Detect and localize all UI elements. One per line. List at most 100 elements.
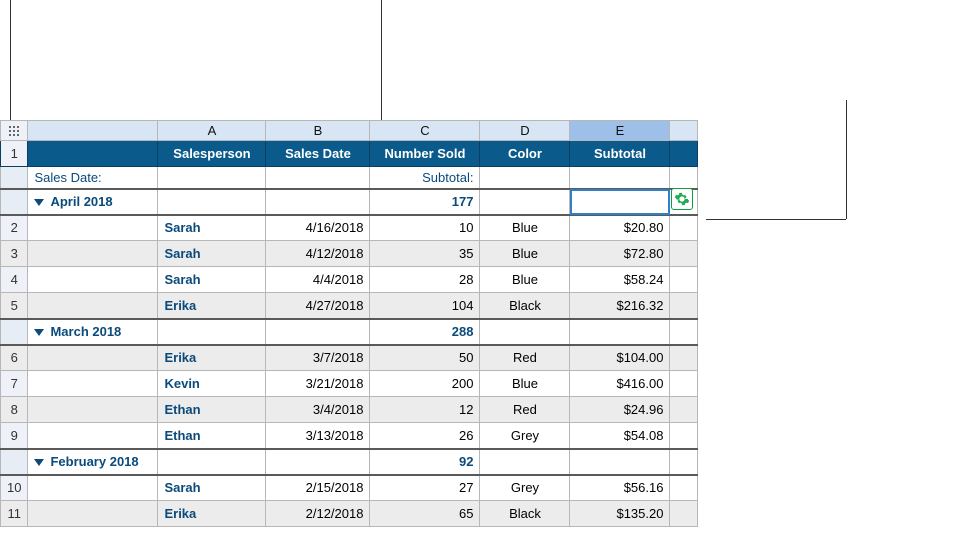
group-cell[interactable]: [158, 449, 266, 475]
cell-subtotal[interactable]: $216.32: [570, 293, 670, 319]
cell-blank[interactable]: [28, 345, 158, 371]
cell-subtotal[interactable]: $58.24: [570, 267, 670, 293]
cell-subtotal[interactable]: $104.00: [570, 345, 670, 371]
header-color[interactable]: Color: [480, 141, 570, 167]
cell-number-sold[interactable]: 104: [370, 293, 480, 319]
group-subtotal-cell-selected[interactable]: [570, 189, 670, 215]
row-number[interactable]: 8: [1, 397, 28, 423]
header-numbersold[interactable]: Number Sold: [370, 141, 480, 167]
row-number-blank[interactable]: [1, 189, 28, 215]
cell-color[interactable]: Blue: [480, 241, 570, 267]
group-number-sold[interactable]: 288: [370, 319, 480, 345]
cell-subtotal[interactable]: $20.80: [570, 215, 670, 241]
group-number-sold[interactable]: 92: [370, 449, 480, 475]
cell-salesperson[interactable]: Ethan: [158, 423, 266, 449]
select-all-corner[interactable]: [1, 121, 28, 141]
cell-blank[interactable]: [28, 267, 158, 293]
column-header-a[interactable]: A: [158, 121, 266, 141]
row-number[interactable]: 3: [1, 241, 28, 267]
row-number[interactable]: 9: [1, 423, 28, 449]
summary-cell[interactable]: [480, 167, 570, 189]
column-header-b[interactable]: B: [266, 121, 370, 141]
group-subtotal-cell[interactable]: [570, 319, 670, 345]
summary-subtotal-label[interactable]: Subtotal:: [370, 167, 480, 189]
row-number[interactable]: 7: [1, 371, 28, 397]
cell-number-sold[interactable]: 200: [370, 371, 480, 397]
header-salesdate[interactable]: Sales Date: [266, 141, 370, 167]
cell-date[interactable]: 3/13/2018: [266, 423, 370, 449]
cell-salesperson[interactable]: Erika: [158, 501, 266, 527]
row-number[interactable]: 11: [1, 501, 28, 527]
cell-color[interactable]: Grey: [480, 475, 570, 501]
row-number[interactable]: 2: [1, 215, 28, 241]
row-number-blank[interactable]: [1, 167, 28, 189]
cell-blank[interactable]: [28, 293, 158, 319]
cell-date[interactable]: 4/16/2018: [266, 215, 370, 241]
cell-date[interactable]: 2/15/2018: [266, 475, 370, 501]
group-toggle-march-2018[interactable]: March 2018: [28, 319, 158, 345]
cell-salesperson[interactable]: Kevin: [158, 371, 266, 397]
cell-salesperson[interactable]: Sarah: [158, 267, 266, 293]
header-blank[interactable]: [28, 141, 158, 167]
column-header-blank[interactable]: [28, 121, 158, 141]
cell-salesperson[interactable]: Ethan: [158, 397, 266, 423]
summary-action-button[interactable]: [671, 188, 693, 210]
group-cell[interactable]: [266, 449, 370, 475]
row-number[interactable]: 10: [1, 475, 28, 501]
cell-number-sold[interactable]: 26: [370, 423, 480, 449]
cell-date[interactable]: 3/21/2018: [266, 371, 370, 397]
group-cell[interactable]: [480, 319, 570, 345]
cell-blank[interactable]: [28, 501, 158, 527]
cell-number-sold[interactable]: 10: [370, 215, 480, 241]
cell-color[interactable]: Grey: [480, 423, 570, 449]
cell-number-sold[interactable]: 28: [370, 267, 480, 293]
cell-salesperson[interactable]: Sarah: [158, 241, 266, 267]
cell-salesperson[interactable]: Sarah: [158, 215, 266, 241]
row-number-blank[interactable]: [1, 319, 28, 345]
row-number[interactable]: 1: [1, 141, 28, 167]
cell-blank[interactable]: [28, 475, 158, 501]
cell-subtotal[interactable]: $56.16: [570, 475, 670, 501]
cell-color[interactable]: Black: [480, 293, 570, 319]
cell-subtotal[interactable]: $416.00: [570, 371, 670, 397]
cell-salesperson[interactable]: Erika: [158, 345, 266, 371]
group-toggle-april-2018[interactable]: April 2018: [28, 189, 158, 215]
group-number-sold[interactable]: 177: [370, 189, 480, 215]
cell-number-sold[interactable]: 35: [370, 241, 480, 267]
cell-number-sold[interactable]: 27: [370, 475, 480, 501]
cell-date[interactable]: 2/12/2018: [266, 501, 370, 527]
cell-subtotal[interactable]: $135.20: [570, 501, 670, 527]
cell-blank[interactable]: [28, 215, 158, 241]
group-cell[interactable]: [480, 449, 570, 475]
group-cell[interactable]: [480, 189, 570, 215]
cell-date[interactable]: 3/7/2018: [266, 345, 370, 371]
cell-subtotal[interactable]: $24.96: [570, 397, 670, 423]
group-cell[interactable]: [266, 319, 370, 345]
cell-salesperson[interactable]: Erika: [158, 293, 266, 319]
summary-cell[interactable]: [570, 167, 670, 189]
cell-blank[interactable]: [28, 371, 158, 397]
cell-number-sold[interactable]: 65: [370, 501, 480, 527]
cell-salesperson[interactable]: Sarah: [158, 475, 266, 501]
cell-color[interactable]: Red: [480, 397, 570, 423]
header-subtotal[interactable]: Subtotal: [570, 141, 670, 167]
cell-blank[interactable]: [28, 423, 158, 449]
column-header-d[interactable]: D: [480, 121, 570, 141]
cell-color[interactable]: Blue: [480, 267, 570, 293]
cell-date[interactable]: 4/4/2018: [266, 267, 370, 293]
summary-salesdate-label[interactable]: Sales Date:: [28, 167, 158, 189]
cell-subtotal[interactable]: $54.08: [570, 423, 670, 449]
cell-color[interactable]: Blue: [480, 371, 570, 397]
header-salesperson[interactable]: Salesperson: [158, 141, 266, 167]
cell-date[interactable]: 4/27/2018: [266, 293, 370, 319]
group-cell[interactable]: [158, 189, 266, 215]
cell-color[interactable]: Black: [480, 501, 570, 527]
group-cell[interactable]: [266, 189, 370, 215]
cell-date[interactable]: 4/12/2018: [266, 241, 370, 267]
column-header-e[interactable]: E: [570, 121, 670, 141]
row-number[interactable]: 5: [1, 293, 28, 319]
row-number[interactable]: 6: [1, 345, 28, 371]
summary-cell[interactable]: [158, 167, 266, 189]
group-cell[interactable]: [158, 319, 266, 345]
group-subtotal-cell[interactable]: [570, 449, 670, 475]
